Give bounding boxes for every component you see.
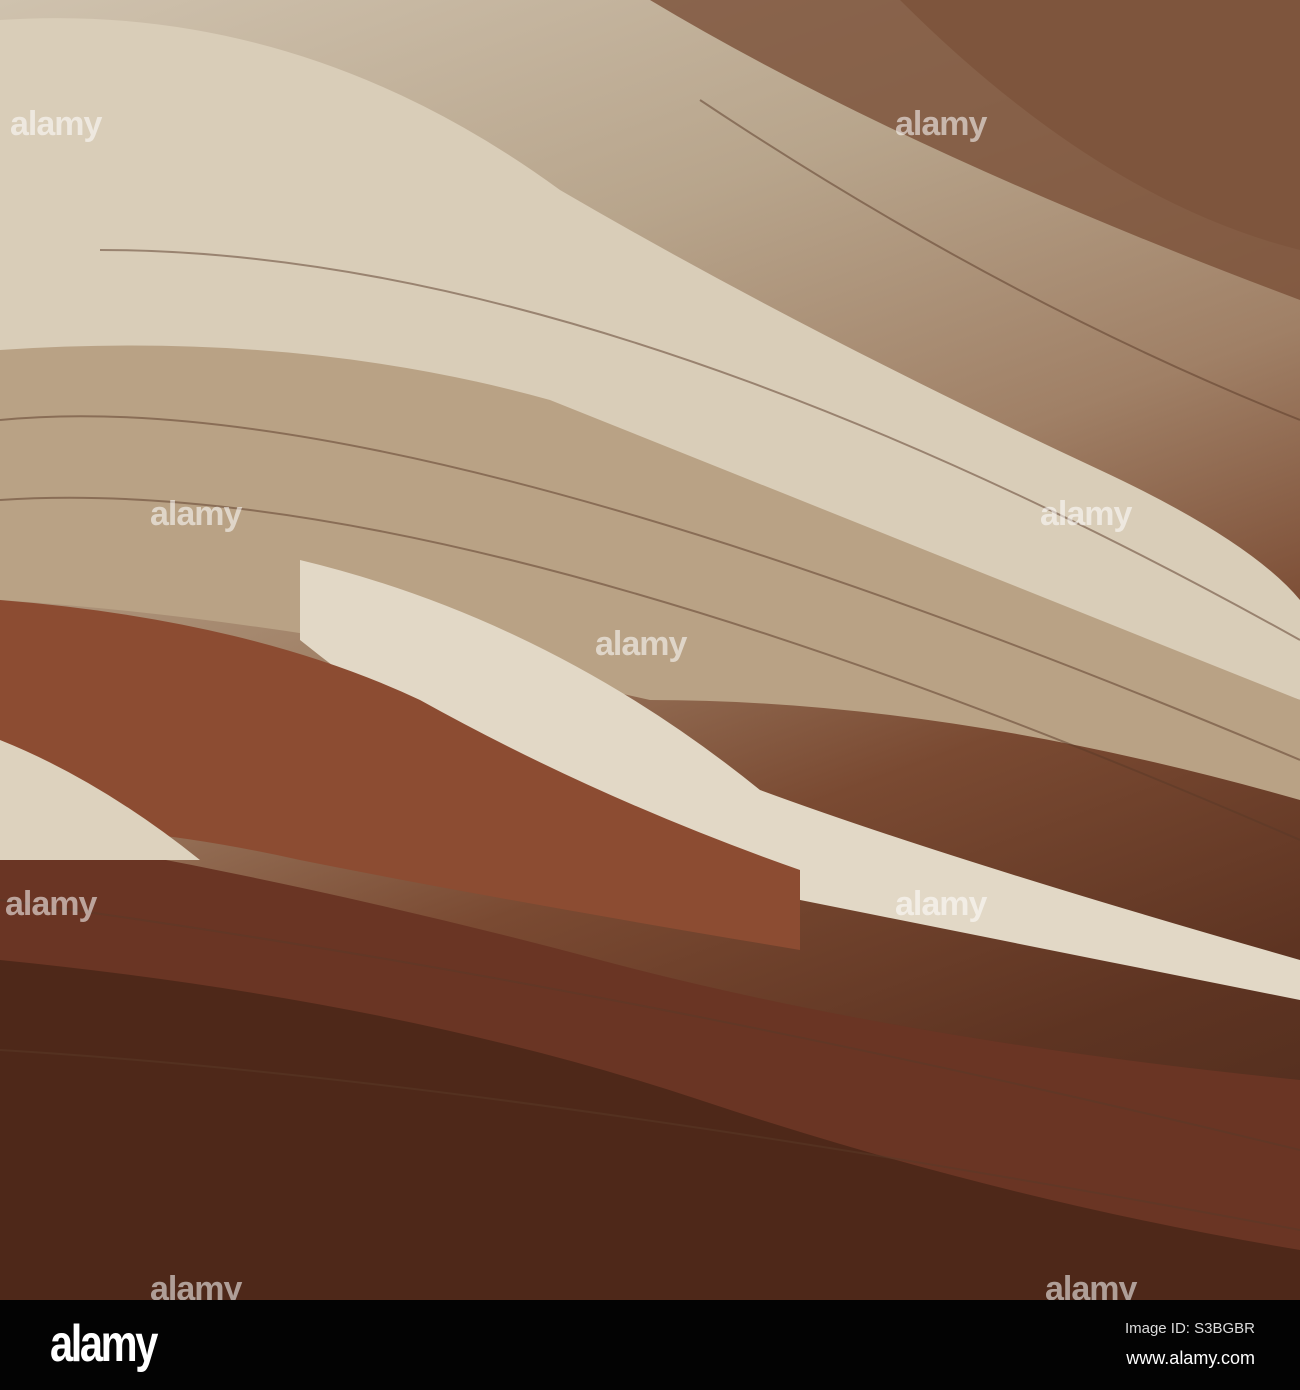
watermark: alamy — [1045, 1270, 1137, 1300]
watermark: alamy — [1040, 495, 1132, 533]
watermark: alamy — [5, 885, 97, 923]
watermark: alamy — [895, 885, 987, 923]
alamy-logo: alamy — [50, 1315, 158, 1373]
site-url: www.alamy.com — [1126, 1348, 1255, 1368]
image-id: Image ID: S3BGBR — [1124, 1320, 1255, 1337]
watermark: alamy — [895, 105, 987, 143]
page: alamy alamy alamy alamy alamy alamy alam… — [0, 0, 1300, 1390]
watermark: alamy — [595, 625, 687, 663]
wood-photo: alamy alamy alamy alamy alamy alamy alam… — [0, 0, 1300, 1300]
footer-bar: alamy Image ID: S3BGBR www.alamy.com — [0, 1300, 1300, 1390]
watermark: alamy — [150, 1270, 242, 1300]
watermark: alamy — [10, 105, 102, 143]
watermark: alamy — [150, 495, 242, 533]
